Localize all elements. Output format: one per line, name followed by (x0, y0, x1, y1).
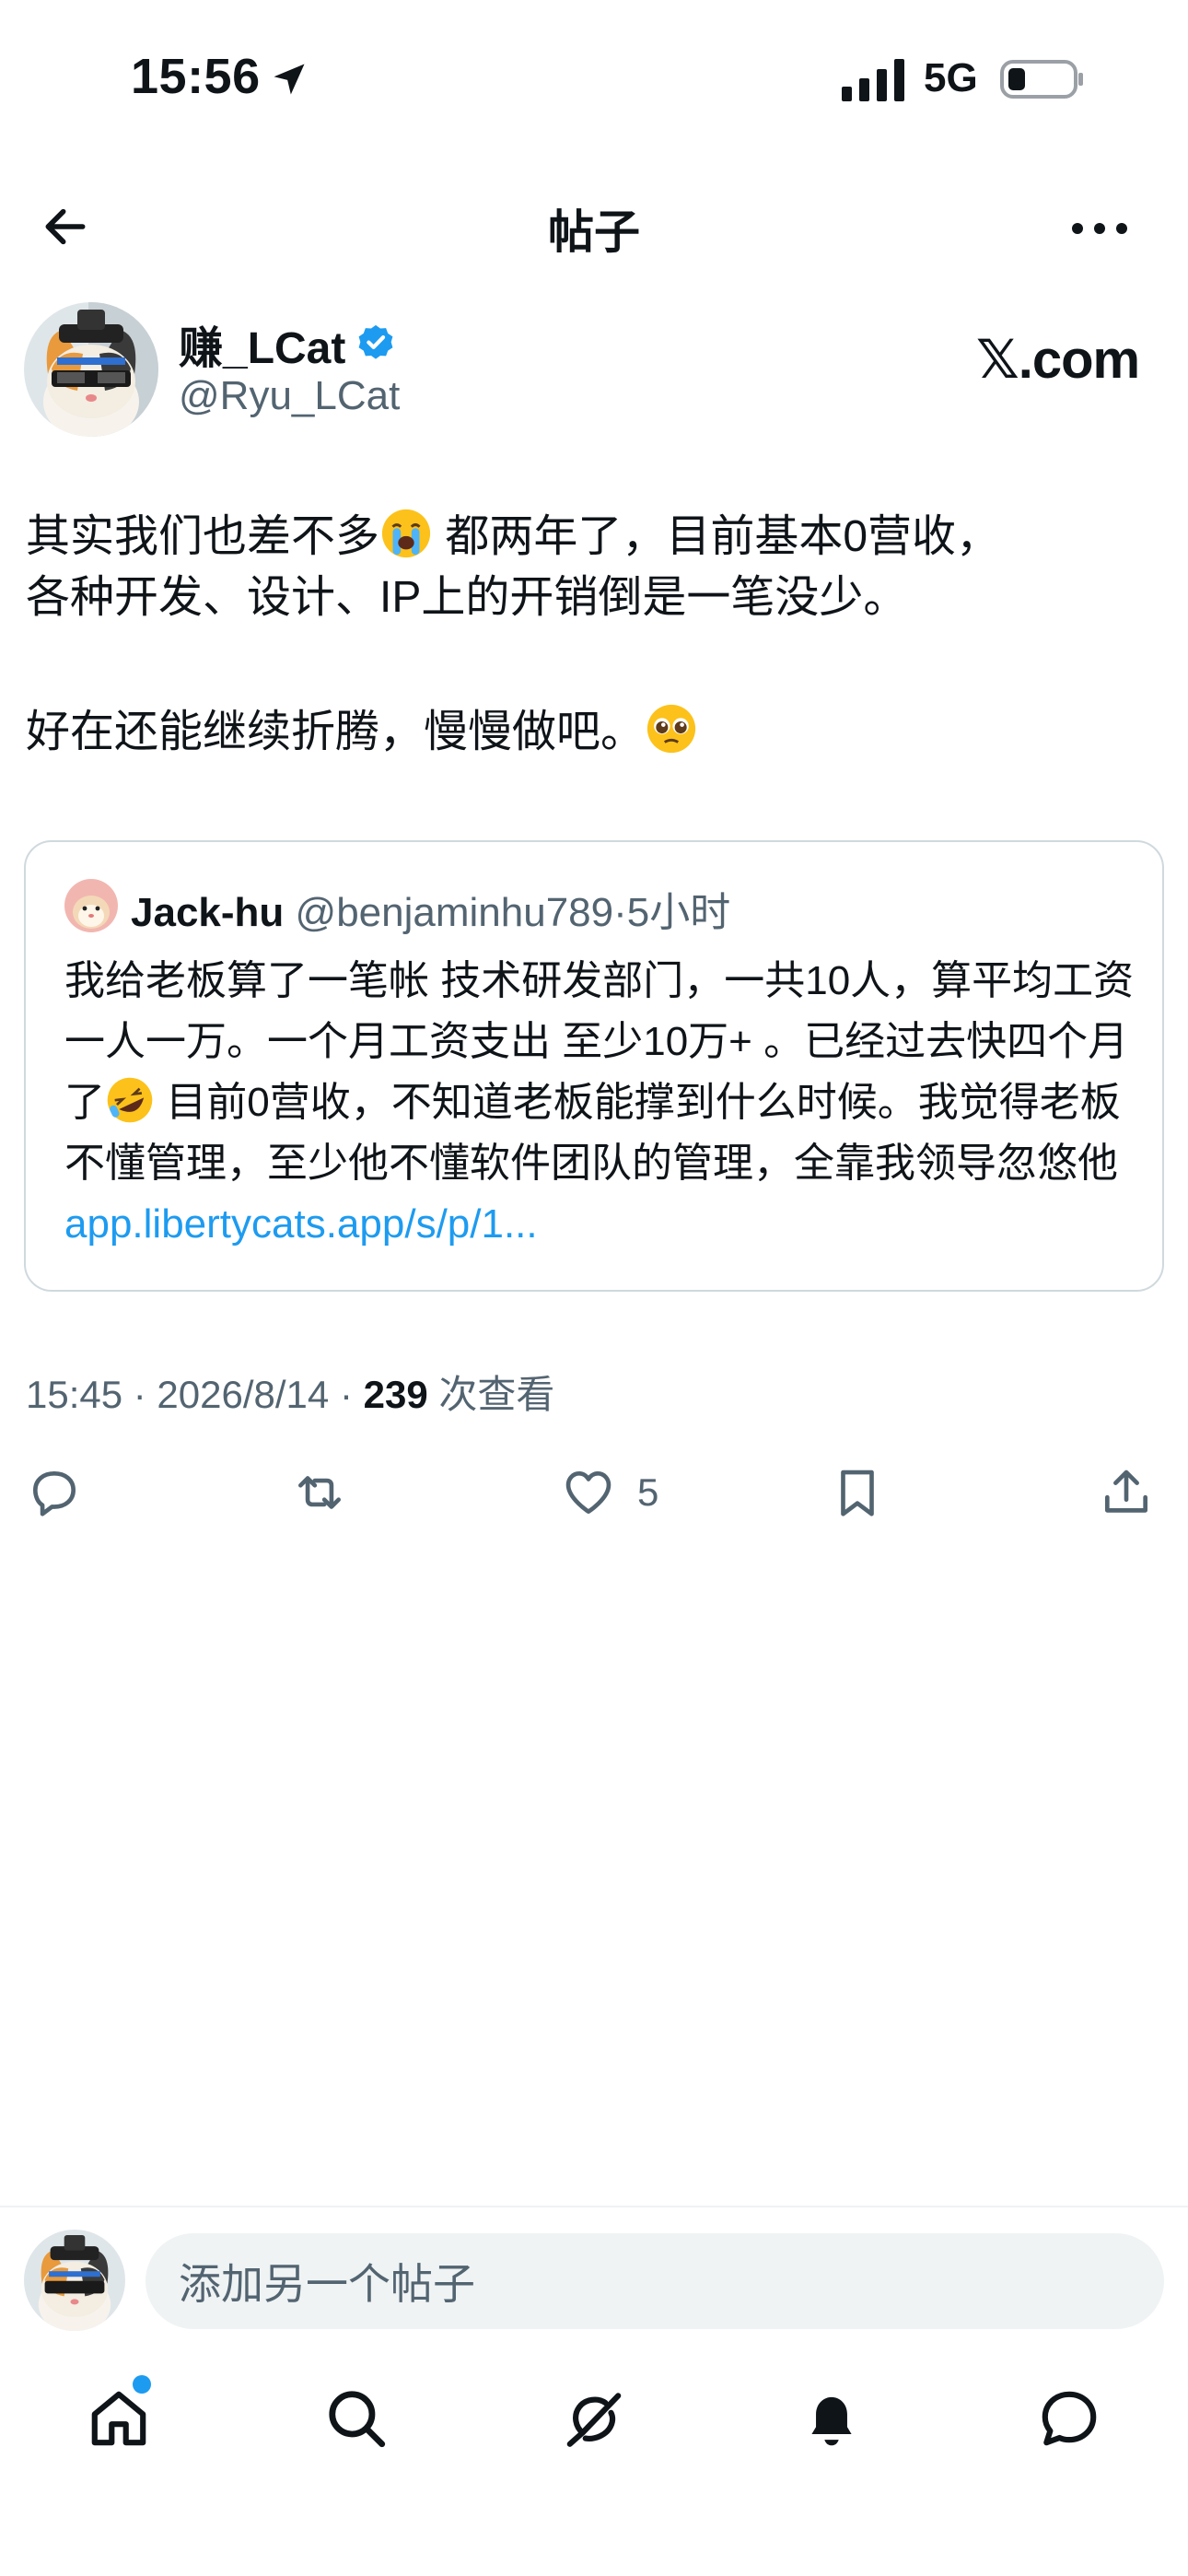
share-icon (1105, 1469, 1147, 1513)
status-time: 15:56 (131, 49, 261, 104)
post-actions: 5 (0, 1456, 1188, 1529)
reply-button[interactable] (26, 1456, 83, 1529)
author-name-row[interactable]: 赚_LCat (179, 311, 397, 376)
author-name: 赚_LCat (179, 324, 346, 373)
tab-notifications[interactable] (790, 2377, 873, 2460)
page-title: 帖子 (548, 206, 640, 258)
repost-icon (298, 1476, 341, 1509)
quoted-author-avatar[interactable] (64, 879, 118, 932)
cellular-signal-icon (842, 59, 904, 101)
quoted-post[interactable]: Jack-hu @benjaminhu789·5小时 我给老板算了一笔帐 技术研… (24, 840, 1164, 1292)
message-icon (1042, 2391, 1097, 2446)
more-options-button[interactable] (1065, 203, 1135, 254)
view-count: 239 (363, 1373, 428, 1416)
cat-avatar-image (24, 2230, 125, 2331)
comment-icon (33, 1471, 76, 1516)
home-icon (91, 2391, 146, 2446)
post-text: 其实我们也差不多 都两年了，目前基本0营收， 各种开发、设计、IP上的开销倒是一… (26, 507, 1168, 764)
quoted-author-handle[interactable]: @benjaminhu789 (296, 890, 614, 935)
bookmark-button[interactable] (829, 1456, 886, 1529)
quoted-time: 5小时 (626, 890, 731, 935)
more-dots-icon (1072, 223, 1127, 234)
status-bar: 15:56 5G (0, 0, 1188, 157)
quoted-header: Jack-hu @benjaminhu789·5小时 (131, 890, 731, 935)
network-type: 5G (924, 55, 978, 100)
quoted-text: 我给老板算了一笔帐 技术研发部门，一共10人，算平均工资一人一万。一个月工资支出… (64, 958, 1135, 1247)
cat-avatar-image (24, 302, 158, 437)
tab-grok[interactable] (553, 2377, 635, 2460)
location-arrow-icon (274, 64, 305, 95)
quoted-link[interactable]: app.libertycats.app/s/p/1... (64, 1201, 538, 1247)
home-unread-dot (133, 2375, 151, 2394)
top-nav: 帖子 (0, 175, 1188, 276)
author-avatar[interactable] (24, 302, 158, 437)
grok-icon (566, 2393, 622, 2447)
repost-button[interactable] (291, 1456, 348, 1529)
post-meta: 15:45 · 2026/8/14 · 239 次查看 (26, 1364, 554, 1420)
heart-icon (565, 1471, 611, 1514)
view-label: 次查看 (427, 1373, 555, 1416)
crying-face-emoji-icon (381, 509, 431, 558)
post-line-3: 好在还能继续折腾，慢慢做吧。 (26, 702, 1168, 763)
like-count: 5 (637, 1470, 659, 1514)
author-handle[interactable]: @Ryu_LCat (179, 373, 400, 419)
post-line-2: 各种开发、设计、IP上的开销倒是一笔没少。 (26, 573, 908, 623)
rolling-laughing-emoji-icon (107, 1077, 153, 1123)
bell-icon (811, 2396, 852, 2446)
tab-messages[interactable] (1028, 2377, 1111, 2460)
pleading-face-emoji-icon (646, 705, 696, 754)
bookmark-icon (841, 1469, 874, 1516)
current-user-avatar (24, 2230, 125, 2331)
hamster-avatar-image (64, 879, 118, 932)
battery-icon (1000, 60, 1083, 99)
source-label: 𝕏.com (976, 330, 1140, 390)
reply-input[interactable]: 添加另一个帖子 (146, 2233, 1164, 2329)
tab-search[interactable] (315, 2377, 398, 2460)
verified-badge-icon (358, 324, 393, 359)
quoted-author-name[interactable]: Jack-hu (131, 890, 284, 935)
like-button[interactable]: 5 (560, 1456, 658, 1529)
post-line-1: 其实我们也差不多 都两年了，目前基本0营收， (26, 507, 1168, 568)
search-icon (329, 2391, 386, 2448)
divider (0, 2206, 1188, 2207)
post-timestamp: 15:45 · 2026/8/14 · (26, 1373, 364, 1416)
bottom-tab-bar (0, 2368, 1188, 2469)
share-button[interactable] (1098, 1456, 1155, 1529)
